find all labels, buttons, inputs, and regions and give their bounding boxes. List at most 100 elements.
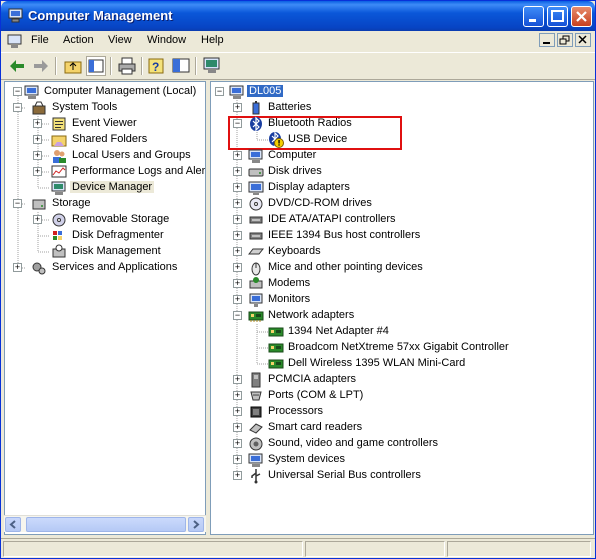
console-tree-pane[interactable]: − Computer Management (Local) − System T…	[4, 81, 206, 535]
scan-hardware-icon	[203, 57, 220, 73]
network-adapter-icon	[248, 311, 264, 322]
expand-toggle[interactable]: +	[233, 471, 242, 480]
computer-management-icon	[8, 8, 23, 23]
up-one-level-button[interactable]	[63, 56, 83, 76]
menu-help[interactable]: Help	[201, 34, 224, 46]
mdi-minimize-button[interactable]	[539, 33, 555, 47]
bluetooth-icon	[250, 116, 262, 132]
scroll-thumb[interactable]	[26, 517, 186, 532]
keyboard-icon	[248, 248, 264, 255]
back-button[interactable]	[7, 56, 27, 76]
device-label: USB Device	[288, 133, 348, 145]
mmc-document-icon[interactable]	[7, 33, 23, 49]
expand-toggle[interactable]: +	[33, 135, 42, 144]
show-hide-tree-button[interactable]	[86, 56, 106, 76]
expand-toggle[interactable]: +	[233, 375, 242, 384]
scan-hardware-button[interactable]	[202, 56, 222, 76]
device-category-label: Bluetooth Radios	[268, 117, 352, 129]
defragmenter-icon	[53, 231, 62, 240]
expand-toggle[interactable]: +	[233, 439, 242, 448]
port-icon	[250, 391, 262, 401]
tools-icon	[32, 101, 46, 115]
device-tree-pane[interactable]: − DL005 + Batteries − Bluetooth Radios U…	[210, 81, 594, 535]
expand-toggle[interactable]: +	[33, 215, 42, 224]
expand-toggle[interactable]: +	[233, 423, 242, 432]
menu-action[interactable]: Action	[63, 34, 94, 46]
collapse-toggle[interactable]: −	[215, 87, 224, 96]
expand-toggle[interactable]: +	[233, 263, 242, 272]
shared-folder-icon	[51, 135, 67, 147]
properties-button[interactable]	[171, 56, 191, 76]
tree-item-label: Removable Storage	[72, 213, 170, 225]
device-category-label: Keyboards	[268, 245, 321, 257]
system-devices-icon	[248, 453, 263, 467]
collapse-toggle[interactable]: −	[13, 103, 22, 112]
menu-file[interactable]: File	[31, 34, 49, 46]
minimize-button[interactable]	[523, 6, 544, 27]
menu-view[interactable]: View	[108, 34, 132, 46]
title-bar[interactable]: Computer Management	[1, 1, 595, 31]
dvd-drive-icon	[249, 197, 263, 211]
expand-toggle[interactable]: +	[233, 215, 242, 224]
expand-toggle[interactable]: +	[233, 183, 242, 192]
help-icon: ?	[148, 58, 164, 74]
expand-toggle[interactable]: +	[13, 263, 22, 272]
disk-management-icon	[52, 244, 66, 258]
minimize-icon	[543, 42, 550, 44]
status-panel	[305, 541, 445, 557]
expand-toggle[interactable]: +	[233, 231, 242, 240]
expand-toggle[interactable]: +	[233, 167, 242, 176]
expand-toggle[interactable]: +	[33, 119, 42, 128]
device-category-label: IEEE 1394 Bus host controllers	[268, 229, 421, 241]
print-button[interactable]	[117, 56, 137, 76]
maximize-button[interactable]	[547, 6, 568, 27]
scroll-right-button[interactable]	[188, 517, 204, 532]
device-label: 1394 Net Adapter #4	[288, 325, 389, 337]
expand-toggle[interactable]: +	[233, 407, 242, 416]
expand-toggle[interactable]: +	[33, 151, 42, 160]
window-title: Computer Management	[28, 8, 173, 23]
collapse-toggle[interactable]: −	[13, 199, 22, 208]
close-button[interactable]	[571, 6, 592, 27]
device-label: Broadcom NetXtreme 57xx Gigabit Controll…	[288, 341, 509, 353]
svg-text:?: ?	[152, 60, 159, 74]
expand-toggle[interactable]: +	[233, 151, 242, 160]
scroll-left-button[interactable]	[5, 517, 21, 532]
monitor-icon	[249, 293, 263, 307]
device-category-label: DVD/CD-ROM drives	[268, 197, 372, 209]
forward-arrow-icon	[34, 60, 48, 72]
help-button[interactable]: ?	[147, 56, 167, 76]
mdi-restore-button[interactable]	[557, 33, 573, 47]
expand-toggle[interactable]: +	[233, 103, 242, 112]
collapse-toggle[interactable]: −	[13, 87, 22, 96]
horizontal-scrollbar[interactable]	[4, 515, 206, 532]
menu-bar: File Action View Window Help	[1, 31, 595, 51]
services-icon	[32, 262, 46, 275]
removable-storage-icon	[52, 213, 66, 227]
expand-toggle[interactable]: +	[233, 391, 242, 400]
tree-item-label: Local Users and Groups	[72, 149, 191, 161]
toolbar-separator	[195, 57, 197, 75]
expand-toggle[interactable]: +	[233, 279, 242, 288]
close-icon	[576, 11, 587, 22]
collapse-toggle[interactable]: −	[233, 311, 242, 320]
usb-icon	[251, 469, 261, 484]
expand-toggle[interactable]: +	[233, 455, 242, 464]
tree-item-label: Disk Management	[72, 245, 161, 257]
collapse-toggle[interactable]: −	[233, 119, 242, 128]
menu-window[interactable]: Window	[147, 34, 186, 46]
device-category-label: Computer	[268, 149, 317, 161]
back-arrow-icon	[10, 60, 24, 72]
toolbar-separator	[55, 57, 57, 75]
expand-toggle[interactable]: +	[33, 167, 42, 176]
forward-button[interactable]	[31, 56, 51, 76]
device-category-label: Display adapters	[268, 181, 350, 193]
tree-item-label: Event Viewer	[72, 117, 137, 129]
expand-toggle[interactable]: +	[233, 199, 242, 208]
device-tree-root-label: DL005	[247, 85, 284, 97]
expand-toggle[interactable]: +	[233, 295, 242, 304]
mdi-close-button[interactable]	[575, 33, 591, 47]
tree-item-label: Storage	[52, 197, 91, 209]
expand-toggle[interactable]: +	[233, 247, 242, 256]
disk-drive-icon	[248, 168, 264, 177]
